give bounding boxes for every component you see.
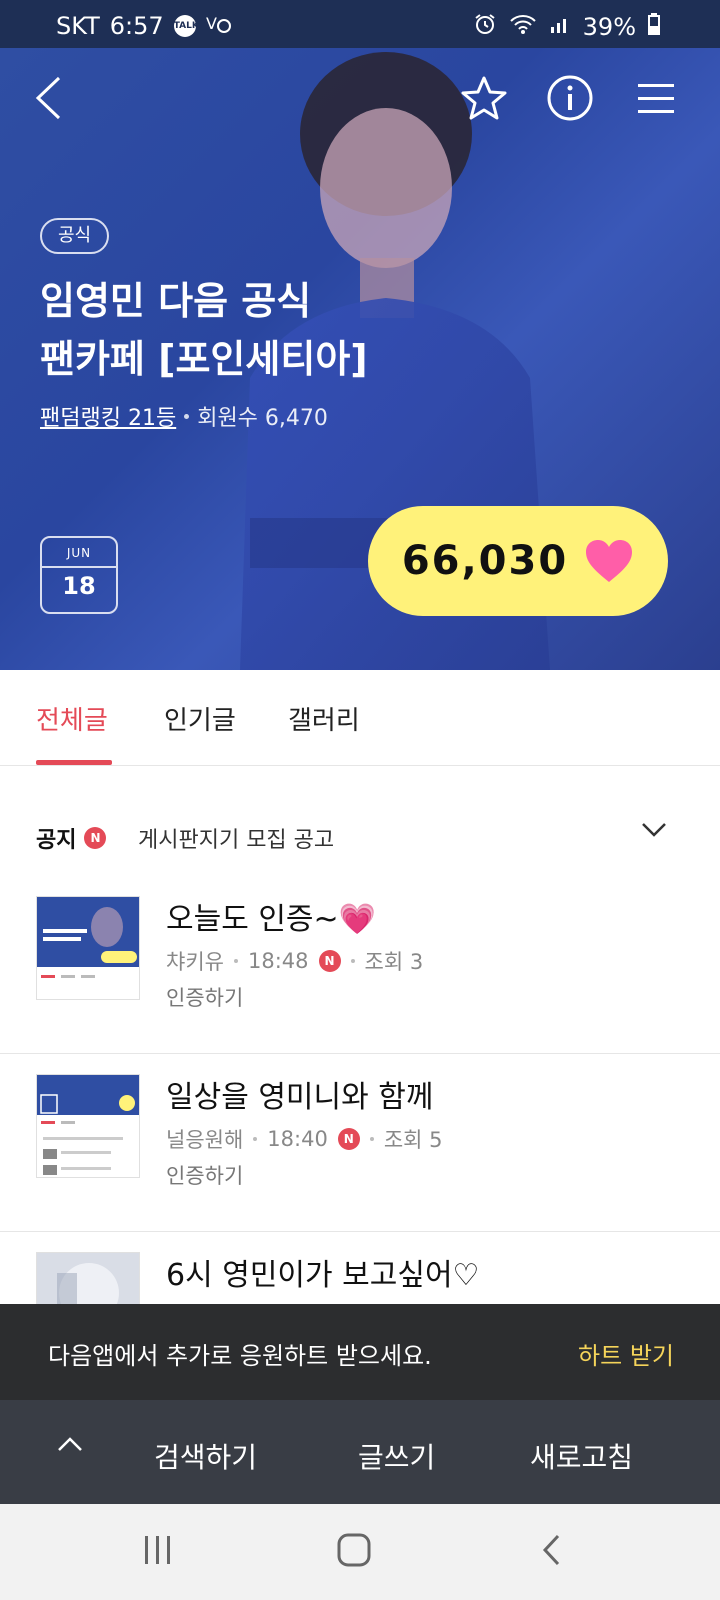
home-button[interactable] [336, 1532, 372, 1572]
expand-notice-button[interactable] [640, 820, 668, 844]
chevron-left-icon [35, 76, 61, 120]
post-item[interactable]: 오늘도 인증~💗 챠키유 18:48 N 조회 3 인증하기 [0, 876, 720, 1054]
heart-count: 66,030 [401, 538, 569, 584]
favorite-button[interactable] [456, 70, 512, 126]
search-button[interactable]: 검색하기 [154, 1436, 257, 1476]
member-count: 회원수 6,470 [197, 406, 328, 431]
star-icon [461, 76, 507, 120]
bottom-toolbar: 검색하기 글쓰기 새로고침 [0, 1400, 720, 1504]
promo-message: 다음앱에서 추가로 응원하트 받으세요. [48, 1342, 432, 1370]
write-button[interactable]: 글쓰기 [358, 1436, 435, 1476]
refresh-button[interactable]: 새로고침 [530, 1436, 633, 1476]
post-views: 조회 5 [383, 1128, 443, 1152]
svg-text:V: V [206, 14, 217, 33]
menu-button[interactable] [628, 70, 684, 126]
meta-separator [369, 1137, 374, 1141]
official-badge: 공식 [40, 218, 110, 254]
post-meta: 챠키유 18:48 N 조회 3 [166, 946, 423, 976]
cafe-title-line2: 팬카페 [포인세티아] [40, 337, 368, 381]
active-tab-indicator [36, 760, 112, 765]
post-item[interactable]: 일상을 영미니와 함께 널응원해 18:40 N 조회 5 인증하기 [0, 1054, 720, 1232]
new-badge: N [84, 827, 107, 849]
notice-label-text: 공지 [36, 828, 77, 853]
date-divider [42, 566, 116, 568]
alarm-icon [473, 12, 497, 42]
chevron-down-icon [642, 823, 666, 837]
system-back-button[interactable] [540, 1532, 564, 1572]
chevron-up-icon [58, 1437, 82, 1451]
battery-icon [648, 13, 660, 41]
clock: 6:57 [109, 12, 164, 40]
new-badge: N [318, 950, 341, 972]
talk-icon: TALK [173, 15, 199, 37]
wifi-icon [509, 13, 537, 41]
heart-promo-banner: 다음앱에서 추가로 응원하트 받으세요. 하트 받기 [0, 1304, 720, 1400]
back-arrow-icon [542, 1534, 560, 1566]
post-meta: 널응원해 18:40 N 조회 5 [166, 1124, 443, 1154]
post-views: 조회 3 [364, 950, 424, 974]
post-thumbnail [36, 896, 140, 1000]
post-category: 인증하기 [166, 986, 244, 1010]
cafe-hero-banner: 공식 임영민 다음 공식 팬카페 [포인세티아] 팬덤랭킹 21등 회원수 6,… [0, 48, 720, 670]
back-button[interactable] [20, 70, 76, 126]
cafe-title-line1: 임영민 다음 공식 [40, 279, 312, 323]
notice-text: 게시판지기 모집 공고 [138, 828, 335, 853]
recent-apps-icon [145, 1536, 170, 1564]
date-badge: JUN 18 [40, 536, 118, 614]
date-day: 18 [62, 572, 96, 600]
get-heart-button[interactable]: 하트 받기 [578, 1336, 674, 1371]
carrier-label: SKT [56, 12, 100, 40]
notice-row[interactable]: 공지 N 게시판지기 모집 공고 [0, 800, 720, 876]
tab-gallery[interactable]: 갤러리 [288, 700, 360, 737]
notice-label: 공지 N [36, 822, 107, 854]
post-thumbnail [36, 1074, 140, 1178]
board-tabs: 전체글 인기글 갤러리 [0, 670, 720, 766]
battery-level: 39% [582, 13, 636, 41]
post-category: 인증하기 [166, 1164, 244, 1188]
volte-icon: V [206, 12, 232, 40]
meta-separator [253, 1137, 258, 1141]
post-time: 18:48 [247, 949, 309, 973]
tab-popular[interactable]: 인기글 [164, 700, 236, 737]
post-title: 6시 영민이가 보고싶어♡ [166, 1258, 480, 1293]
post-title: 오늘도 인증~💗 [166, 902, 377, 937]
post-author: 널응원해 [166, 1128, 244, 1152]
fandom-ranking-link[interactable]: 팬덤랭킹 21등 [40, 400, 176, 432]
home-icon [337, 1533, 371, 1567]
signal-icon [549, 13, 571, 41]
info-button[interactable] [542, 70, 598, 126]
heart-icon [586, 540, 633, 582]
post-title: 일상을 영미니와 함께 [166, 1080, 434, 1115]
tab-all-posts[interactable]: 전체글 [36, 700, 108, 737]
meta-separator [233, 959, 238, 963]
scroll-top-button[interactable] [56, 1434, 84, 1458]
post-time: 18:40 [267, 1127, 328, 1151]
cafe-title: 임영민 다음 공식 팬카페 [포인세티아] [40, 272, 460, 388]
date-month: JUN [66, 546, 92, 560]
meta-separator [184, 413, 190, 419]
meta-separator [350, 959, 355, 963]
new-badge: N [337, 1128, 360, 1150]
system-navigation-bar [0, 1504, 720, 1600]
hamburger-icon [638, 84, 674, 113]
support-heart-button[interactable]: 66,030 [368, 506, 668, 616]
post-author: 챠키유 [166, 950, 224, 974]
status-bar: SKT 6:57 TALK V 39% [0, 0, 720, 48]
info-icon [547, 75, 593, 121]
cafe-meta: 팬덤랭킹 21등 회원수 6,470 [40, 400, 328, 432]
recent-apps-button[interactable] [140, 1532, 176, 1572]
